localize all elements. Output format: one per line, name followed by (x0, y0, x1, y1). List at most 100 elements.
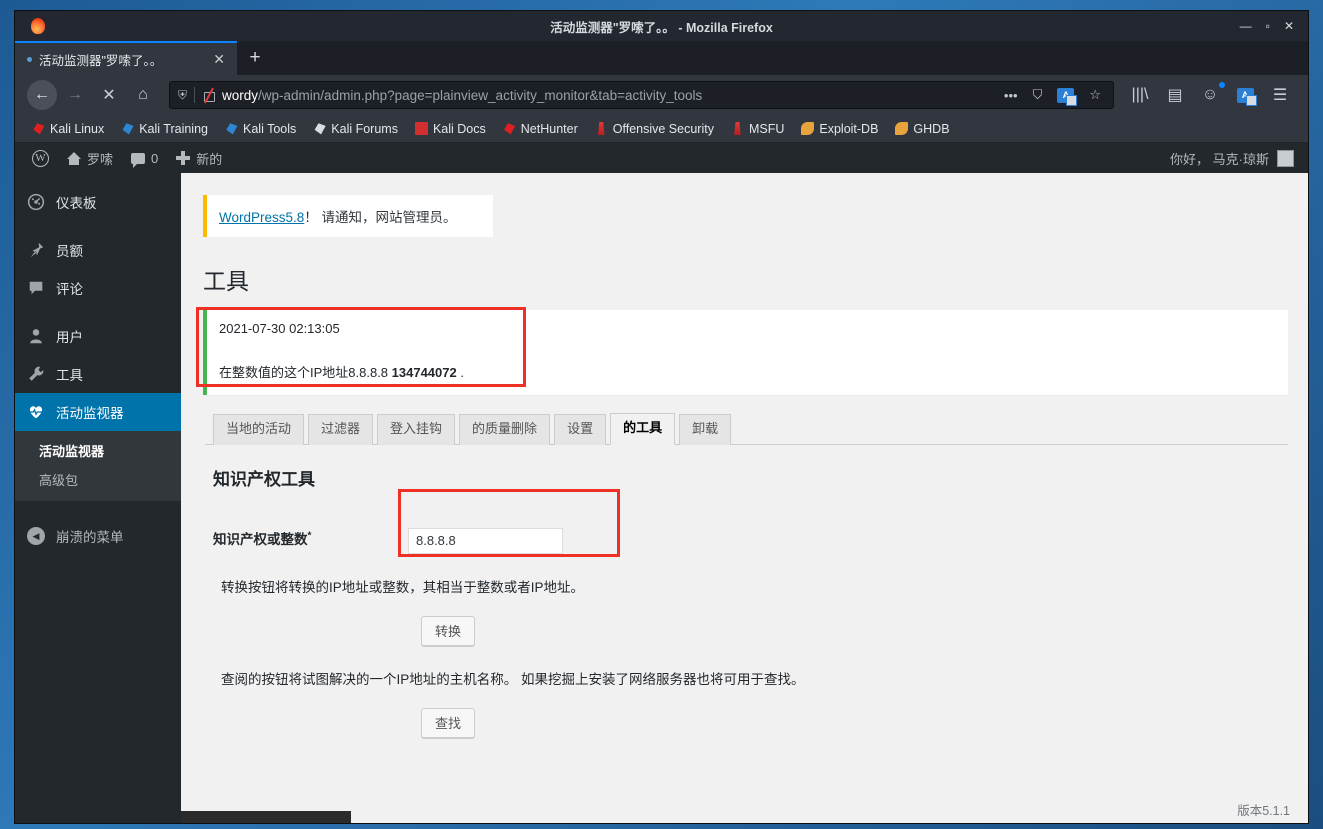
app-menu-icon[interactable]: ☰ (1264, 80, 1296, 110)
tab-strip: 活动监测器"罗嗦了。。 ✕ + (15, 41, 1308, 75)
convert-button[interactable]: 转换 (421, 615, 476, 646)
url-text: wordy/wp-admin/admin.php?page=plainview_… (222, 88, 993, 103)
bookmark-exploit-db[interactable]: Exploit-DB (794, 120, 885, 138)
account-icon[interactable]: ☺ (1194, 80, 1226, 110)
bookmark-msfu[interactable]: MSFU (724, 120, 791, 138)
version-footer: 版本5.1.1 (1237, 804, 1290, 818)
tab-title: 活动监测器"罗嗦了。。 (39, 53, 163, 68)
new-tab-button[interactable]: + (237, 41, 273, 75)
page-title: 工具 (203, 268, 249, 294)
tab-login-hooks[interactable]: 登入挂钩 (377, 414, 456, 445)
shield-icon[interactable]: ⛨ (178, 88, 187, 103)
sidebar-item-users[interactable]: 用户 (15, 317, 181, 355)
heart-pulse-icon (27, 403, 45, 421)
update-notice-rest: ！ 请通知，网站管理员。 (304, 210, 457, 225)
sidebar-toggle-icon[interactable]: ▤ (1159, 80, 1191, 110)
comments-menu[interactable]: 0 (122, 143, 167, 173)
result-timestamp: 2021-07-30 02:13:05 (219, 321, 340, 336)
lookup-help-text: 查阅的按钮将试图解决的一个IP地址的主机名称。 如果挖掘上安装了网络服务器也将可… (221, 671, 805, 687)
wordpress-logo-icon: W (32, 149, 49, 167)
ip-field-box (408, 506, 563, 554)
bookmark-label: Kali Training (139, 121, 208, 136)
sidebar-item-activity-monitor[interactable]: 活动监视器 (15, 393, 181, 431)
forward-button[interactable]: → (59, 80, 91, 110)
close-tab-icon[interactable]: ✕ (209, 51, 229, 68)
tab-tools[interactable]: 的工具 (610, 413, 676, 445)
minimize-button[interactable]: — (1240, 20, 1252, 32)
sidebar-item-tools[interactable]: 工具 (15, 355, 181, 393)
bookmark-kali-training[interactable]: Kali Training (114, 120, 215, 138)
translate-toolbar-badge: A (1236, 87, 1257, 106)
sidebar-item-comments[interactable]: 评论 (15, 269, 181, 307)
comment-icon (27, 279, 45, 297)
tab-local-activity[interactable]: 当地的活动 (213, 414, 305, 445)
library-icon[interactable]: |||\ (1124, 80, 1156, 110)
ip-or-integer-input[interactable] (408, 527, 563, 554)
browser-tab-active[interactable]: 活动监测器"罗嗦了。。 ✕ (15, 41, 237, 75)
sidebar-label: 工具 (56, 368, 83, 383)
sidebar-item-posts[interactable]: 员额 (15, 231, 181, 269)
pocket-icon[interactable]: ⛉ (1029, 87, 1047, 103)
bookmark-kali-tools[interactable]: Kali Tools (218, 120, 303, 138)
site-name-label: 罗嗦 (87, 151, 114, 167)
sidebar-label: 评论 (56, 282, 83, 297)
bookmark-label: Exploit-DB (819, 121, 879, 136)
bookmarks-toolbar: Kali Linux Kali Training Kali Tools Kali… (15, 115, 1308, 143)
bookmark-kali-docs[interactable]: Kali Docs (408, 120, 493, 138)
tab-settings[interactable]: 设置 (554, 414, 607, 445)
convert-button-wrap: 转换 (421, 615, 1288, 646)
stop-button[interactable]: ✕ (93, 80, 125, 110)
dashboard-icon (27, 193, 45, 211)
navigation-toolbar: ← → ✕ ⌂ ⛨ wordy/wp-admin/admin.php?page=… (15, 75, 1308, 115)
bookmark-kali-forums[interactable]: Kali Forums (306, 120, 405, 138)
admin-bar-account[interactable]: 你好， 马克·琼斯 (1170, 149, 1300, 168)
tab-uninstall[interactable]: 卸载 (679, 414, 732, 445)
result-text-prefix: 在整数值的这个IP地址8.8.8.8 (219, 365, 392, 380)
submenu-item-premium-pack[interactable]: 高级包 (15, 465, 181, 494)
bookmark-star-icon[interactable]: ☆ (1085, 87, 1105, 103)
admin-sidebar-menu: 仪表板 员额 评论 用户 工具 活动监视器 活动监视器 高级包 ◀ 崩溃的菜单 (15, 173, 181, 823)
wordpress-version-link[interactable]: WordPress5.8 (219, 210, 304, 225)
submenu-item-activity-monitor[interactable]: 活动监视器 (15, 436, 181, 465)
page-actions-icon[interactable]: ••• (1000, 88, 1022, 103)
home-button[interactable]: ⌂ (127, 80, 159, 110)
insecure-lock-icon[interactable] (202, 88, 216, 102)
sidebar-item-dashboard[interactable]: 仪表板 (15, 183, 181, 221)
url-host: wordy (222, 87, 259, 103)
close-window-button[interactable]: ✕ (1284, 20, 1294, 32)
bookmark-ghdb[interactable]: GHDB (888, 120, 956, 138)
tab-mass-delete[interactable]: 的质量删除 (459, 414, 551, 445)
window-controls: — ▫ ✕ (1240, 20, 1300, 32)
sidebar-label: 崩溃的菜单 (56, 530, 124, 545)
sidebar-label: 员额 (56, 244, 83, 259)
url-bar[interactable]: ⛨ wordy/wp-admin/admin.php?page=plainvie… (169, 81, 1114, 109)
tab-filters[interactable]: 过滤器 (308, 414, 374, 445)
site-name-menu[interactable]: 罗嗦 (58, 143, 122, 173)
wrench-icon (27, 365, 45, 383)
admin-body: 仪表板 员额 评论 用户 工具 活动监视器 活动监视器 高级包 ◀ 崩溃的菜单 … (15, 173, 1308, 823)
msfu-tower-icon (734, 122, 741, 135)
new-content-menu[interactable]: 新的 (167, 143, 231, 173)
lookup-button[interactable]: 查找 (421, 707, 476, 738)
sidebar-label: 用户 (56, 330, 83, 345)
sidebar-item-collapse-menu[interactable]: ◀ 崩溃的菜单 (15, 517, 181, 555)
convert-help-text: 转换按钮将转换的IP地址或整数，其相当于整数或者IP地址。 (221, 579, 585, 595)
account-glyph: ☺ (1201, 86, 1219, 103)
firefox-logo-icon (29, 17, 47, 35)
bookmark-label: Offensive Security (612, 121, 714, 136)
bookmark-kali-linux[interactable]: Kali Linux (25, 120, 111, 138)
translate-toolbar-icon[interactable]: A (1229, 80, 1261, 110)
bookmark-offensive-security[interactable]: Offensive Security (588, 120, 721, 138)
wp-logo-menu[interactable]: W (23, 143, 58, 173)
back-button[interactable]: ← (27, 80, 57, 110)
bookmark-nethunter[interactable]: NetHunter (496, 120, 585, 138)
url-path: /wp-admin/admin.php?page=plainview_activ… (258, 87, 703, 103)
maximize-button[interactable]: ▫ (1266, 20, 1270, 32)
offsec-tower-icon (598, 122, 605, 135)
wp-admin-bar: W 罗嗦 0 新的 你好， 马克·琼斯 (15, 143, 1308, 173)
window-titlebar: 活动监测器"罗嗦了。。 - Mozilla Firefox — ▫ ✕ (15, 11, 1308, 41)
kali-docs-icon (414, 122, 428, 135)
sidebar-submenu: 活动监视器 高级包 (15, 431, 181, 501)
translate-icon[interactable]: A (1053, 87, 1078, 106)
result-notice: 2021-07-30 02:13:05 在整数值的这个IP地址8.8.8.8 1… (203, 310, 1288, 395)
